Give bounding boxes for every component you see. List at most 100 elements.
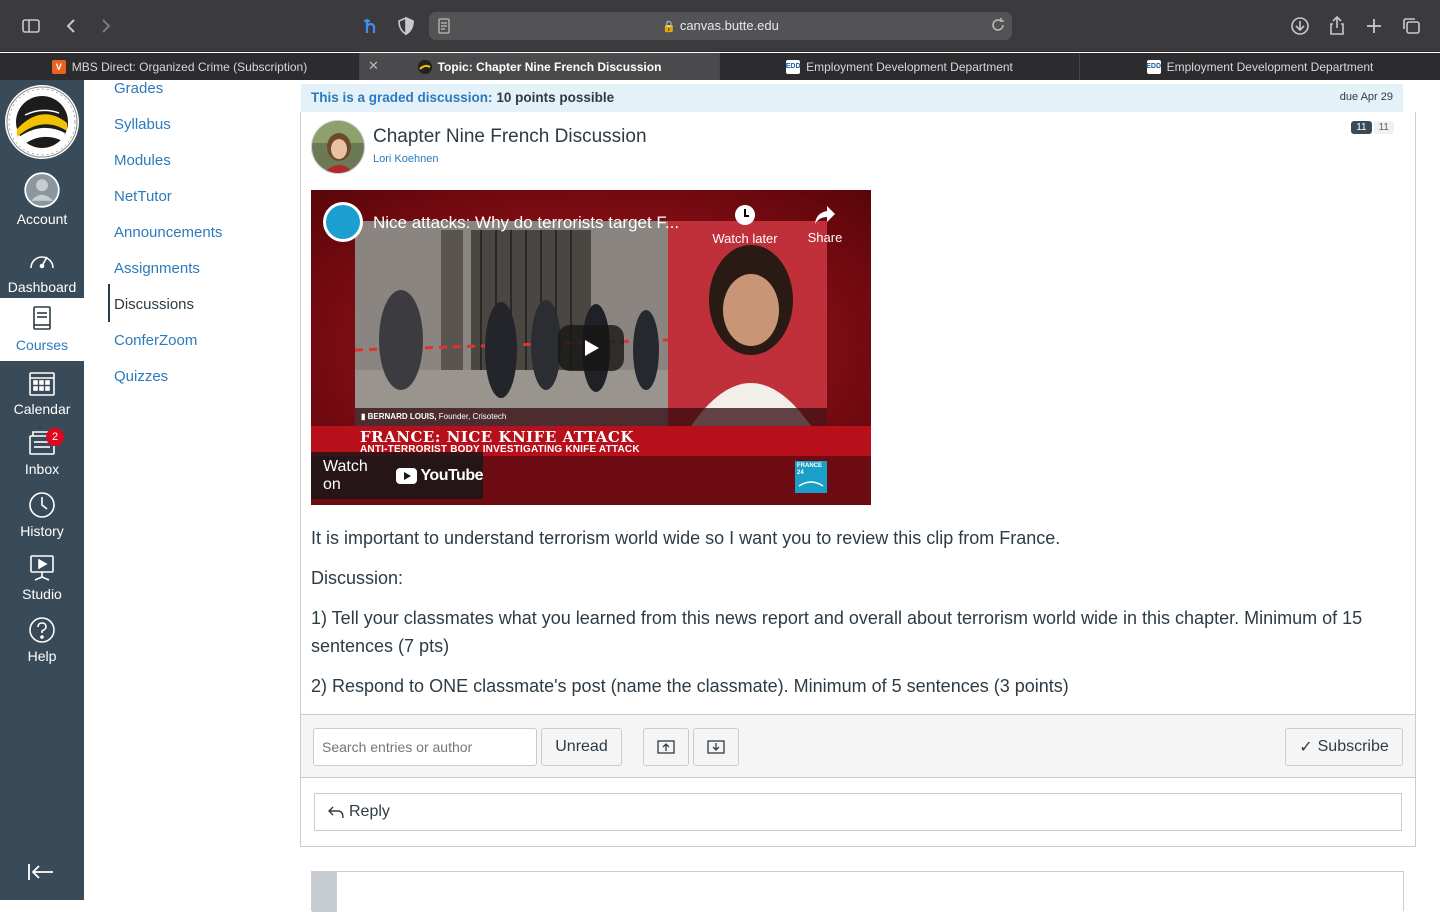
body-paragraph: 2) Respond to ONE classmate's post (name…: [311, 676, 1069, 696]
edd-favicon-icon: EDD: [786, 59, 801, 74]
extension-icon[interactable]: [358, 13, 384, 39]
tab-label: Employment Development Department: [806, 59, 1013, 74]
unread-filter-button[interactable]: Unread: [541, 728, 622, 766]
youtube-embed[interactable]: Nice attacks: Why do terrorists target F…: [311, 190, 871, 505]
nav-label: Studio: [22, 586, 62, 602]
collapse-replies-button[interactable]: [643, 728, 689, 766]
play-icon: [585, 340, 599, 356]
calendar-icon: [29, 372, 55, 396]
subscribe-button[interactable]: ✓ Subscribe: [1285, 728, 1403, 766]
dashboard-icon: [30, 256, 54, 269]
tab-label: Topic: Chapter Nine French Discussion: [437, 59, 662, 74]
course-nav-nettutor[interactable]: NetTutor: [114, 188, 172, 205]
inbox-badge: 2: [46, 428, 64, 446]
tab-edd-2[interactable]: EDD Employment Development Department: [1080, 53, 1440, 80]
course-nav-conferzoom[interactable]: ConferZoom: [114, 332, 197, 349]
discussion-toolbar: Unread ✓ Subscribe: [301, 714, 1415, 778]
nav-inbox[interactable]: 2 Inbox: [0, 428, 84, 490]
back-icon[interactable]: [58, 13, 84, 39]
tab-label: Employment Development Department: [1166, 59, 1374, 74]
watch-later-button[interactable]: Watch later: [707, 205, 783, 246]
tab-label: MBS Direct: Organized Crime (Subscriptio…: [71, 59, 308, 74]
reload-icon[interactable]: [990, 17, 1006, 38]
nav-calendar[interactable]: Calendar: [0, 368, 84, 430]
reply-label: Reply: [349, 803, 390, 820]
watch-later-label: Watch later: [712, 231, 778, 246]
share-button[interactable]: Share: [799, 205, 851, 245]
expand-icon: [707, 740, 725, 754]
watch-on-youtube-button[interactable]: Watch on YouTube: [311, 452, 483, 499]
help-icon: [29, 617, 55, 643]
nav-studio[interactable]: Studio: [0, 553, 84, 615]
youtube-logo-icon: [396, 467, 418, 484]
clock-icon: [735, 205, 755, 225]
course-nav-modules[interactable]: Modules: [114, 152, 171, 169]
close-tab-icon[interactable]: ✕: [368, 58, 379, 74]
edd-favicon-icon: EDD: [1146, 59, 1161, 74]
reply-arrow-icon: [328, 806, 344, 819]
total-count: 11: [1373, 121, 1394, 134]
discussion-main: This is a graded discussion: 10 points p…: [300, 80, 1416, 912]
nav-account[interactable]: Account: [0, 172, 84, 234]
tab-mbs-direct[interactable]: V MBS Direct: Organized Crime (Subscript…: [0, 53, 360, 80]
global-navigation: Account Dashboard Courses Calendar 2 Inb…: [0, 80, 84, 900]
graded-banner: This is a graded discussion: 10 points p…: [301, 84, 1403, 112]
course-nav-announcements[interactable]: Announcements: [114, 224, 222, 241]
v-favicon-icon: V: [51, 59, 66, 74]
new-tab-icon[interactable]: [1361, 13, 1387, 39]
nav-label: Courses: [15, 337, 69, 353]
reply-button[interactable]: Reply: [314, 793, 1402, 831]
account-icon: [24, 172, 60, 208]
expand-replies-button[interactable]: [693, 728, 739, 766]
share-icon[interactable]: [1324, 13, 1350, 39]
unread-label: Unread: [555, 738, 608, 755]
body-paragraph: 1) Tell your classmates what you learned…: [311, 608, 1363, 656]
nav-help[interactable]: Help: [0, 615, 84, 677]
nav-label: Inbox: [24, 461, 60, 477]
sidebar-toggle-icon[interactable]: [18, 13, 44, 39]
points-possible: 10 points possible: [496, 90, 615, 105]
college-logo[interactable]: [5, 85, 79, 159]
course-nav-discussions[interactable]: Discussions: [114, 296, 194, 313]
watch-on-label: Watch on: [323, 457, 368, 493]
checkmark-icon: ✓: [1299, 739, 1313, 756]
tab-overview-icon[interactable]: [1398, 13, 1424, 39]
video-title[interactable]: Nice attacks: Why do terrorists target F…: [373, 213, 703, 233]
privacy-shield-icon[interactable]: [393, 13, 419, 39]
nav-courses[interactable]: Courses: [0, 298, 84, 361]
author-avatar[interactable]: [311, 120, 365, 174]
channel-logo-text: FRANCE 24: [797, 463, 822, 476]
nav-history[interactable]: History: [0, 490, 84, 552]
lock-icon: 🔒: [662, 21, 676, 33]
discussion-entry: [311, 871, 1404, 912]
history-icon: [29, 492, 55, 518]
browser-toolbar: 🔒 canvas.butte.edu: [0, 0, 1440, 52]
tab-bar: V MBS Direct: Organized Crime (Subscript…: [0, 53, 1440, 80]
downloads-icon[interactable]: [1287, 13, 1313, 39]
course-nav-grades[interactable]: Grades: [114, 80, 163, 97]
forward-icon[interactable]: [93, 13, 119, 39]
lower-third: ▮ BERNARD LOUIS, Founder, Crisotech: [361, 412, 507, 421]
url-text: canvas.butte.edu: [679, 18, 779, 33]
nav-label: Dashboard: [7, 279, 77, 295]
lower-third-role: Founder, Crisotech: [438, 412, 507, 421]
body-paragraph: Discussion:: [311, 568, 404, 588]
course-nav-quizzes[interactable]: Quizzes: [114, 368, 168, 385]
course-nav-syllabus[interactable]: Syllabus: [114, 116, 171, 133]
due-date: due Apr 29: [1339, 91, 1393, 103]
collapse-nav-icon[interactable]: [27, 862, 55, 887]
author-link[interactable]: Lori Koehnen: [373, 153, 438, 165]
search-input[interactable]: [313, 728, 537, 766]
body-paragraph: It is important to understand terrorism …: [311, 528, 1061, 548]
collapse-icon: [657, 740, 675, 754]
share-arrow-icon: [815, 206, 835, 224]
tab-discussion[interactable]: ✕ Topic: Chapter Nine French Discussion: [360, 53, 720, 80]
play-button[interactable]: [558, 325, 624, 371]
nav-label: Calendar: [13, 401, 71, 417]
address-bar[interactable]: 🔒 canvas.butte.edu: [429, 12, 1012, 40]
courses-icon: [33, 306, 51, 330]
course-nav-assignments[interactable]: Assignments: [114, 260, 200, 277]
studio-icon: [30, 555, 54, 581]
nav-label: Help: [27, 648, 57, 664]
tab-edd-1[interactable]: EDD Employment Development Department: [720, 53, 1080, 80]
